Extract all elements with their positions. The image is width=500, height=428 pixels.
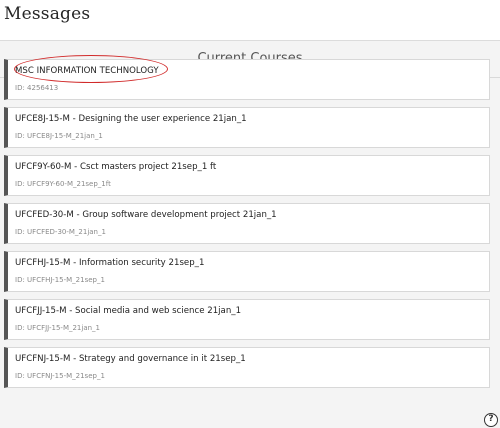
help-icon: ? (488, 414, 494, 424)
course-id: ID: UFCF9Y-60-M_21sep_1ft (15, 180, 111, 188)
course-name[interactable]: UFCFJJ-15-M - Social media and web scien… (15, 306, 241, 316)
course-card[interactable]: UFCE8J-15-M - Designing the user experie… (4, 107, 490, 148)
course-card[interactable]: UFCFHJ-15-M - Information security 21sep… (4, 251, 490, 292)
page-title: Messages (4, 4, 91, 24)
course-name[interactable]: UFCFNJ-15-M - Strategy and governance in… (15, 354, 246, 364)
course-card[interactable]: UFCF9Y-60-M - Csct masters project 21sep… (4, 155, 490, 196)
course-name[interactable]: UFCF9Y-60-M - Csct masters project 21sep… (15, 162, 216, 172)
course-name[interactable]: UFCFED-30-M - Group software development… (15, 210, 277, 220)
page-header: Messages (0, 0, 500, 41)
course-id: ID: UFCE8J-15-M_21jan_1 (15, 132, 103, 140)
course-card[interactable]: UFCFED-30-M - Group software development… (4, 203, 490, 244)
course-list: MSC INFORMATION TECHNOLOGY ID: 4256413 U… (4, 55, 490, 395)
course-card[interactable]: UFCFJJ-15-M - Social media and web scien… (4, 299, 490, 340)
course-name[interactable]: MSC INFORMATION TECHNOLOGY (15, 66, 159, 76)
course-id: ID: UFCFNJ-15-M_21sep_1 (15, 372, 105, 380)
help-button[interactable]: ? (484, 413, 498, 427)
course-card[interactable]: UFCFNJ-15-M - Strategy and governance in… (4, 347, 490, 388)
course-name[interactable]: UFCE8J-15-M - Designing the user experie… (15, 114, 247, 124)
course-card[interactable]: MSC INFORMATION TECHNOLOGY ID: 4256413 (4, 55, 490, 100)
course-id: ID: UFCFED-30-M_21jan_1 (15, 228, 106, 236)
course-id: ID: 4256413 (15, 84, 59, 92)
course-id: ID: UFCFHJ-15-M_21sep_1 (15, 276, 105, 284)
course-id: ID: UFCFJJ-15-M_21jan_1 (15, 324, 101, 332)
course-name[interactable]: UFCFHJ-15-M - Information security 21sep… (15, 258, 204, 268)
